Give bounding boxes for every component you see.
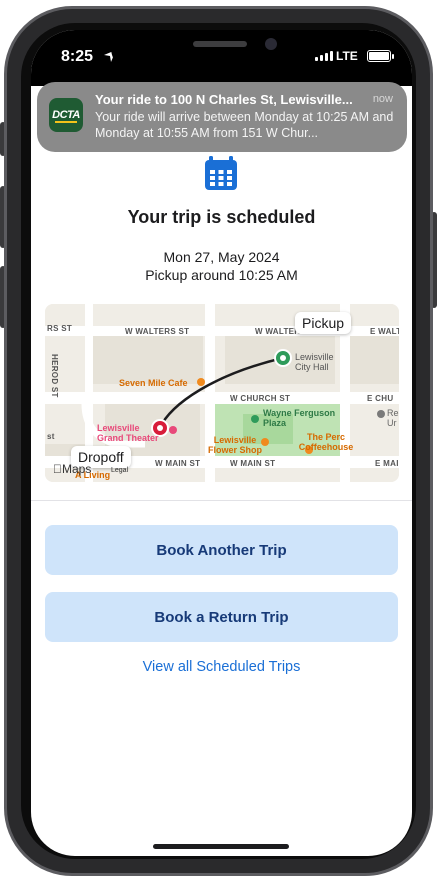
book-another-trip-button[interactable]: Book Another Trip bbox=[45, 525, 398, 575]
dcta-logo-text: DCTA bbox=[52, 109, 80, 121]
street-label: W MAIN ST bbox=[230, 459, 276, 468]
maps-brand-label: Maps bbox=[53, 462, 91, 476]
poi-seven-mile-cafe[interactable]: Seven Mile Cafe bbox=[119, 378, 188, 388]
street-label: E CHU bbox=[367, 394, 394, 403]
trip-date: Mon 27, May 2024 bbox=[163, 249, 280, 265]
street-label: HEROD ST bbox=[50, 354, 59, 398]
status-time: 8:25 bbox=[61, 48, 94, 65]
apple-maps-brand: Maps bbox=[53, 462, 91, 476]
battery-icon bbox=[367, 50, 394, 62]
notification-time: now bbox=[372, 93, 393, 105]
poi-flower-shop[interactable]: Lewisville Flower Shop bbox=[205, 435, 265, 455]
pickup-callout: Pickup bbox=[295, 312, 352, 334]
view-all-scheduled-trips-link[interactable]: View all Scheduled Trips bbox=[31, 659, 412, 675]
trip-scheduled-title: Your trip is scheduled bbox=[127, 207, 316, 227]
book-return-trip-button[interactable]: Book a Return Trip bbox=[45, 592, 398, 642]
screen: 8:25 LTE DCTA Your ride to 100 N Charles… bbox=[31, 30, 412, 856]
notification-title: Your ride to 100 N Charles St, Lewisvill… bbox=[95, 92, 353, 107]
status-bar: 8:25 LTE bbox=[31, 30, 412, 86]
poi-wayne-ferguson-plaza[interactable]: Wayne Ferguson Plaza bbox=[263, 408, 343, 428]
network-label: LTE bbox=[336, 49, 358, 63]
poi-re-ur[interactable]: Re Ur bbox=[387, 408, 399, 428]
street-label: RS ST bbox=[47, 324, 73, 333]
street-label: E MAI bbox=[375, 459, 399, 468]
notification-body: Your ride will arrive between Monday at … bbox=[95, 110, 394, 140]
map-legal-link[interactable]: Legal bbox=[111, 467, 128, 474]
street-label: E WALT bbox=[370, 327, 399, 336]
trip-map[interactable]: RS ST W WALTERS ST W WALTERS ST E WALT W… bbox=[45, 304, 399, 482]
street-label: W MAIN ST bbox=[155, 459, 201, 468]
signal-bars-icon bbox=[315, 51, 333, 61]
street-label: W WALTERS ST bbox=[125, 327, 190, 336]
speaker bbox=[193, 41, 247, 47]
notification-banner[interactable]: DCTA Your ride to 100 N Charles St, Lewi… bbox=[37, 82, 407, 152]
calendar-icon bbox=[205, 156, 237, 190]
street-label: W CHURCH ST bbox=[230, 394, 291, 403]
section-divider bbox=[31, 500, 412, 501]
dcta-logo: DCTA bbox=[49, 98, 83, 132]
notch bbox=[111, 30, 329, 72]
poi-the-perc[interactable]: The Perc Coffeehouse bbox=[295, 432, 357, 452]
poi-city-hall[interactable]: Lewisville City Hall bbox=[295, 352, 347, 372]
home-indicator[interactable] bbox=[153, 844, 289, 849]
trip-pickup-time: Pickup around 10:25 AM bbox=[145, 267, 298, 283]
apple-logo-icon:  bbox=[53, 462, 62, 476]
front-camera bbox=[265, 38, 277, 50]
poi-grand-theater[interactable]: Lewisville Grand Theater bbox=[97, 423, 167, 443]
street-label: st bbox=[47, 432, 55, 441]
